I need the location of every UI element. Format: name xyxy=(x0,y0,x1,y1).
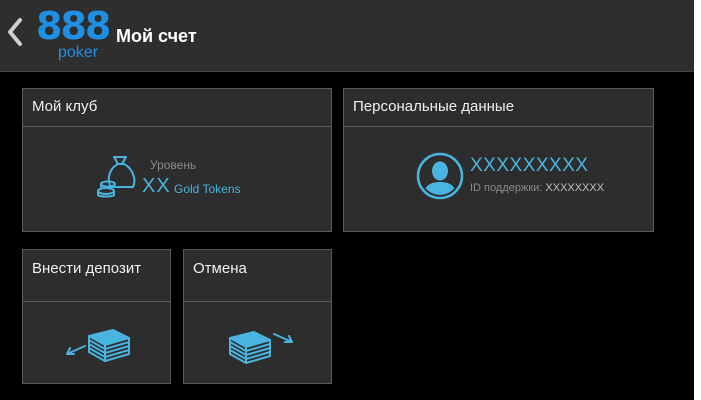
support-id-value: XXXXXXXX xyxy=(545,182,605,194)
app-header: 888 poker Мой счет xyxy=(0,0,694,72)
my-club-body: Уровень XX Gold Tokens xyxy=(23,127,331,231)
deposit-body xyxy=(23,302,170,383)
personal-data-title: Персональные данные xyxy=(344,89,653,127)
club-level-value: XX xyxy=(142,175,171,197)
user-avatar-icon xyxy=(416,152,464,200)
my-club-card[interactable]: Мой клуб Уровень XX Gold Tokens xyxy=(22,88,332,232)
personal-data-card[interactable]: Персональные данные XXXXXXXXX ID поддерж… xyxy=(343,88,654,232)
back-button[interactable] xyxy=(2,14,26,50)
my-club-title: Мой клуб xyxy=(23,89,331,127)
personal-name: XXXXXXXXX xyxy=(470,155,589,176)
brand-logo: 888 poker xyxy=(36,4,111,64)
cancel-card[interactable]: Отмена xyxy=(183,249,332,384)
money-bag-coins-icon xyxy=(97,156,136,198)
club-level-unit: Gold Tokens xyxy=(174,182,241,196)
page-title: Мой счет xyxy=(116,26,197,46)
deposit-title: Внести депозит xyxy=(23,250,170,302)
logo-number: 888 xyxy=(36,4,111,48)
logo-word: poker xyxy=(58,44,99,61)
chevron-left-icon xyxy=(8,18,22,46)
club-level-label: Уровень xyxy=(150,158,197,172)
deposit-card[interactable]: Внести депозит xyxy=(22,249,171,384)
cancel-title: Отмена xyxy=(184,250,331,302)
support-id-line: ID поддержки: XXXXXXXX xyxy=(470,182,604,194)
support-id-label: ID поддержки: xyxy=(470,182,543,194)
cash-stack-arrow-in-icon xyxy=(66,329,130,362)
personal-data-body: XXXXXXXXX ID поддержки: XXXXXXXX xyxy=(344,127,653,231)
cash-stack-arrow-out-icon xyxy=(229,331,293,364)
window-edge xyxy=(694,0,701,400)
cancel-body xyxy=(184,302,331,383)
